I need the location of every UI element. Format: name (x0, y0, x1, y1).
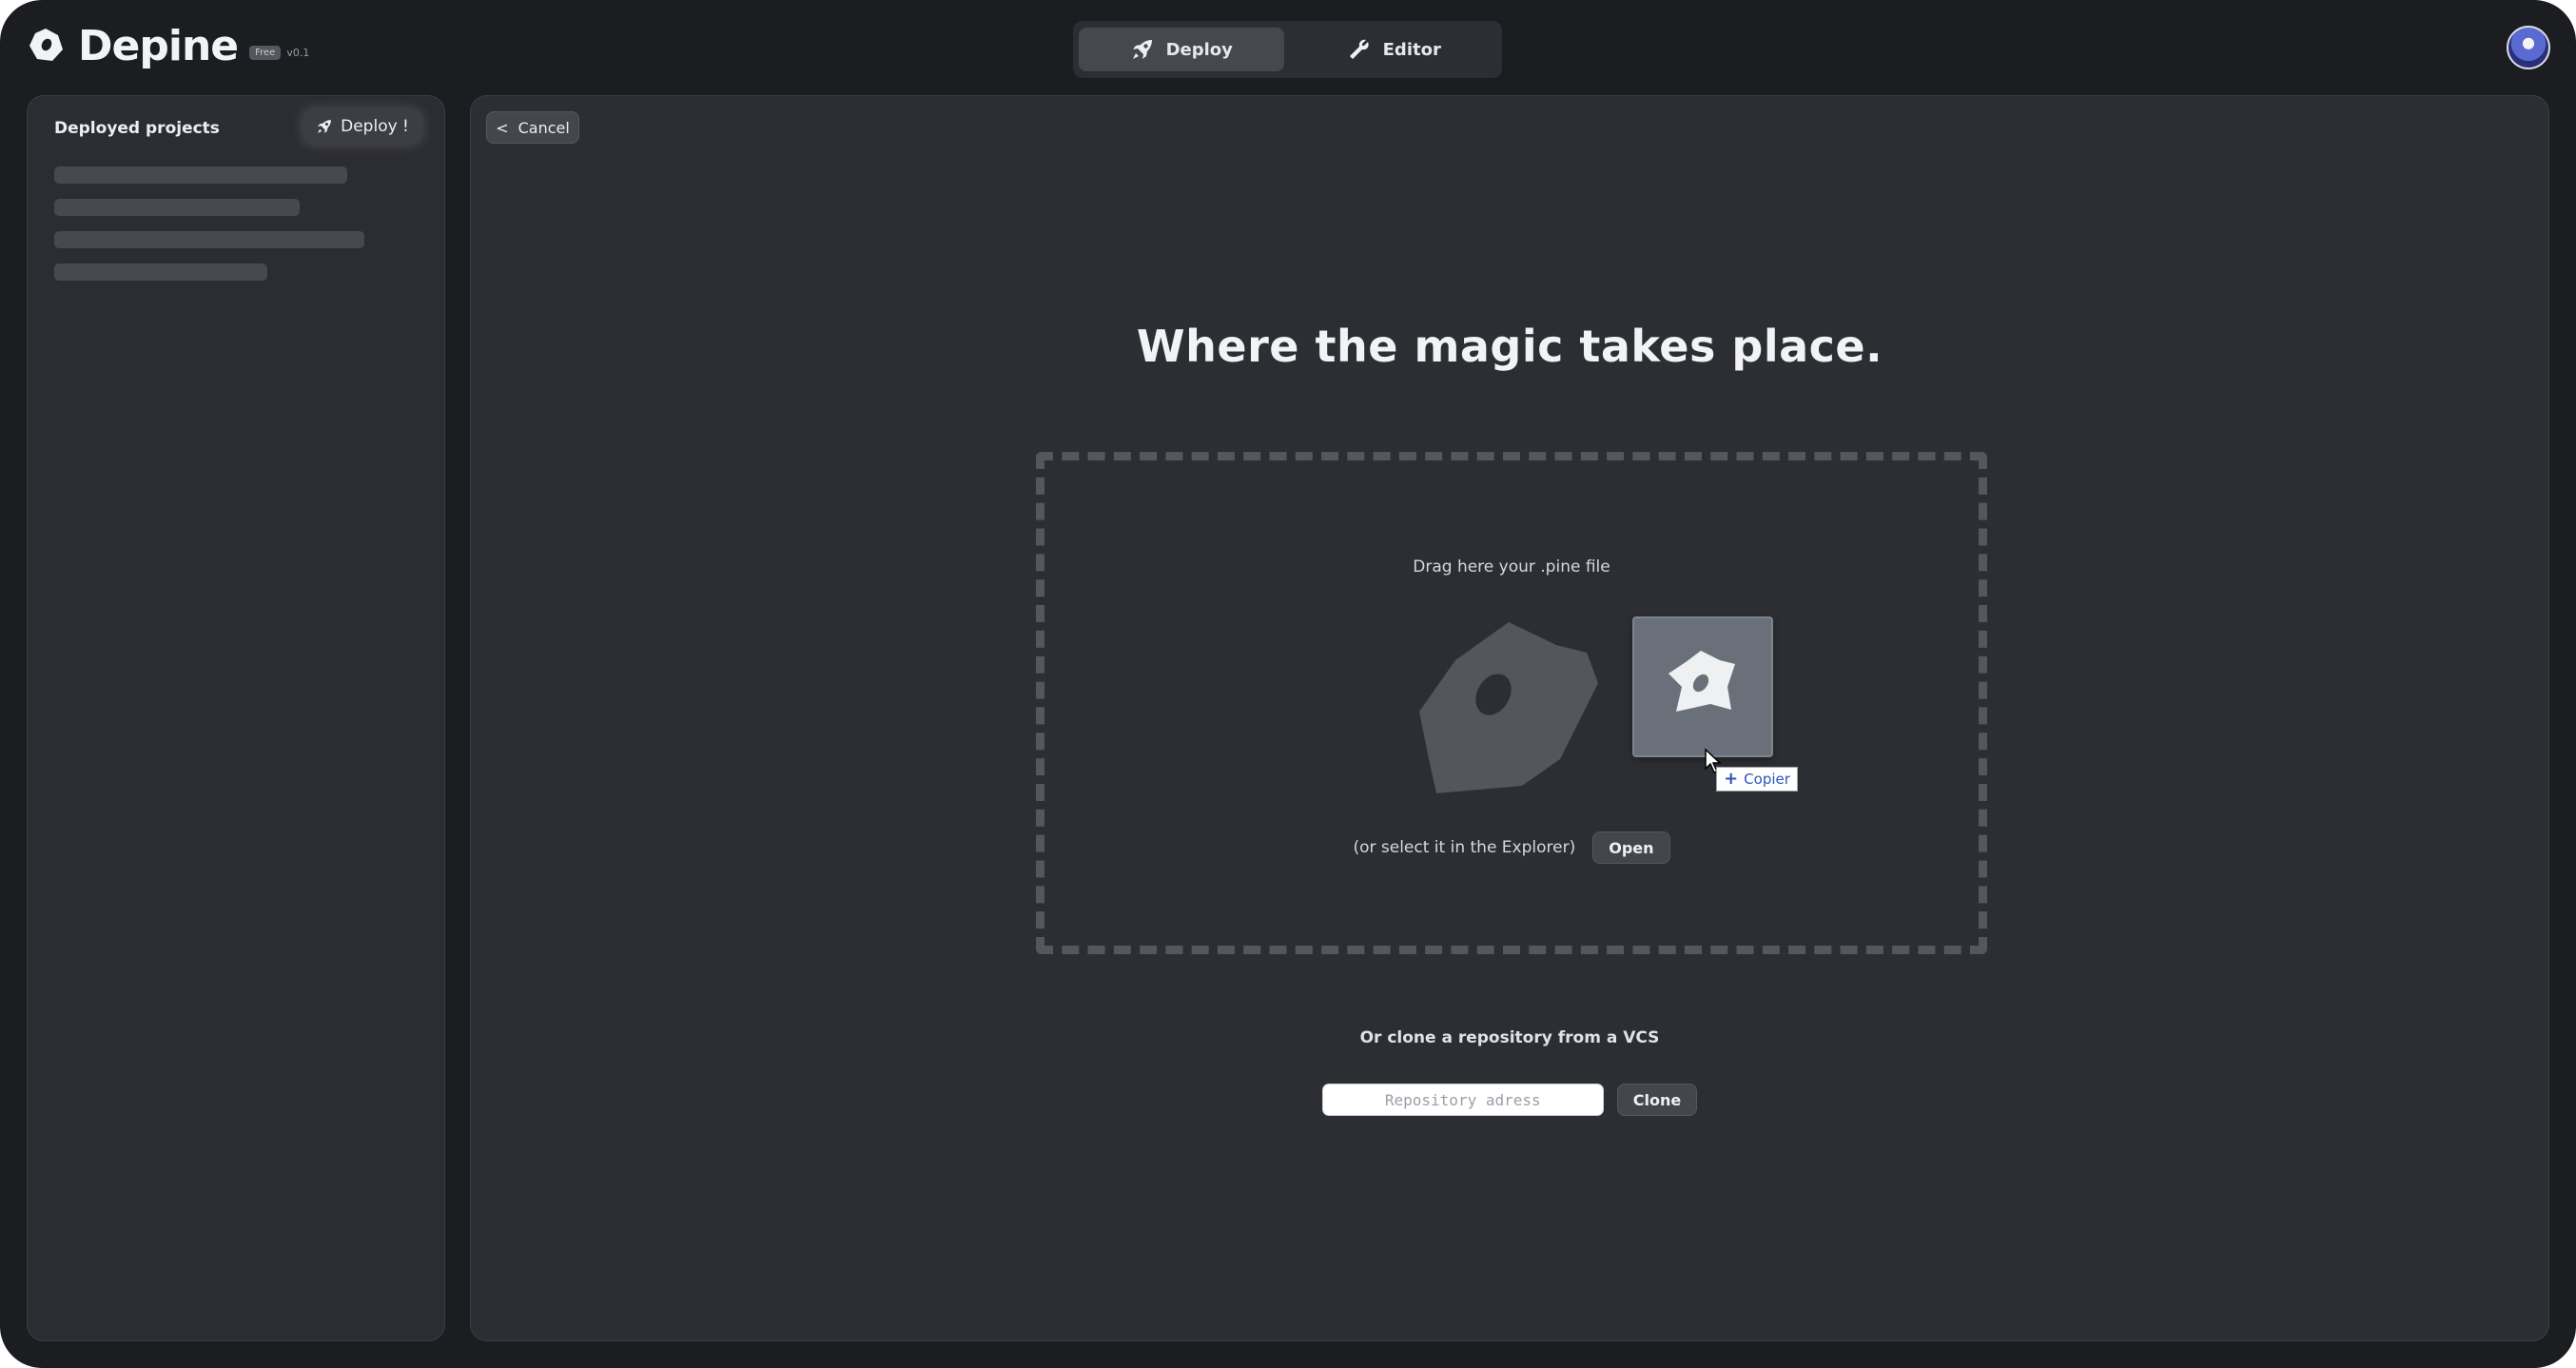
pine-file-icon (1419, 622, 1598, 793)
plus-icon: + (1724, 769, 1739, 789)
tab-deploy-label: Deploy (1165, 39, 1233, 60)
rocket-icon (1130, 37, 1155, 62)
clone-button[interactable]: Clone (1616, 1084, 1698, 1116)
main-panel: < Cancel Where the magic takes place. Dr… (470, 95, 2549, 1341)
top-navigation: Deploy Editor (1073, 21, 1502, 78)
open-button[interactable]: Open (1592, 831, 1670, 864)
explorer-hint: (or select it in the Explorer) (1353, 838, 1576, 857)
cancel-button-label: Cancel (517, 118, 570, 137)
app-window: Depine Free v0.1 Deploy Editor Deployed … (0, 0, 2576, 1368)
skeleton-project-row (54, 231, 364, 248)
cancel-button[interactable]: < Cancel (486, 111, 579, 144)
drop-instructions: Drag here your .pine file (1413, 557, 1610, 577)
drag-copy-tooltip: + Copier (1716, 767, 1798, 791)
pine-file-thumbnail-icon (1669, 651, 1735, 712)
back-chevron-icon: < (496, 118, 509, 137)
deploy-button-label: Deploy ! (341, 117, 409, 136)
explorer-row: (or select it in the Explorer) Open (1044, 831, 1979, 864)
file-dropzone[interactable]: Drag here your .pine file + Copier (or s… (1036, 452, 1987, 954)
skeleton-project-row (54, 166, 347, 184)
vcs-label: Or clone a repository from a VCS (1359, 1028, 1660, 1047)
app-logo[interactable]: Depine Free v0.1 (27, 21, 309, 70)
plan-badge: Free (249, 45, 282, 60)
tab-editor-label: Editor (1382, 39, 1441, 60)
page-title: Where the magic takes place. (1136, 321, 1883, 372)
dragged-file-card[interactable] (1632, 616, 1773, 757)
rocket-icon (318, 120, 332, 133)
vcs-clone-row: Clone (471, 1084, 2548, 1116)
pine-logo-icon (29, 29, 63, 61)
sidebar: Deployed projects Deploy ! (27, 95, 445, 1341)
user-avatar[interactable] (2507, 26, 2550, 69)
skeleton-project-row (54, 199, 300, 216)
drag-copy-label: Copier (1744, 771, 1790, 788)
skeleton-project-row (54, 264, 267, 281)
deploy-button[interactable]: Deploy ! (303, 109, 421, 144)
tab-editor[interactable]: Editor (1292, 28, 1497, 71)
wrench-icon (1347, 37, 1372, 62)
app-name: Depine (78, 21, 239, 70)
tab-deploy[interactable]: Deploy (1079, 28, 1284, 71)
repository-address-input[interactable] (1321, 1084, 1604, 1116)
sidebar-title: Deployed projects (54, 119, 220, 138)
app-version: v0.1 (286, 46, 310, 59)
